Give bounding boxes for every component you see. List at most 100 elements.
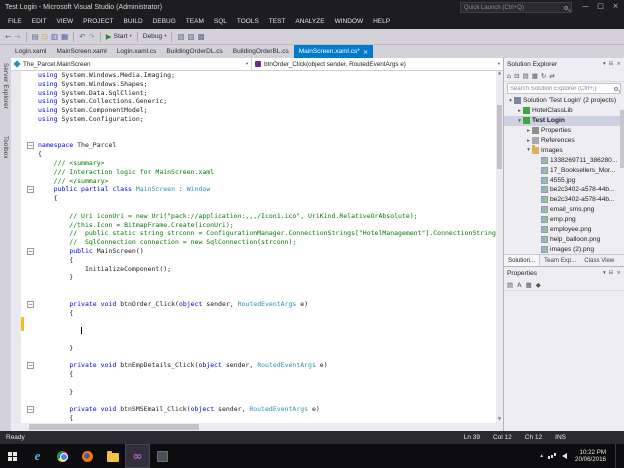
close-tab-icon[interactable]: ×	[363, 48, 368, 56]
tree-item-help-balloon-png[interactable]: help_balloon.png	[504, 234, 624, 244]
tree-item-emp-png[interactable]: emp.png	[504, 215, 624, 225]
menu-item-help[interactable]: HELP	[368, 15, 395, 29]
tree-item-email-sms-png[interactable]: email_sms.png	[504, 205, 624, 215]
menu-item-team[interactable]: TEAM	[181, 15, 209, 29]
start-debug-button[interactable]: ▶ Start ▾	[106, 32, 132, 42]
file-explorer-icon[interactable]	[100, 444, 125, 468]
type-dropdown[interactable]: The_Parcel.MainScreen ▾	[11, 58, 253, 70]
hidden-icons-icon[interactable]: ▴	[540, 453, 543, 459]
menu-item-project[interactable]: PROJECT	[78, 15, 118, 29]
solution-config-dropdown[interactable]: Debug ▾	[143, 33, 167, 40]
chevron-down-icon[interactable]: ▾	[603, 267, 606, 280]
vertical-scrollbar[interactable]: ▲ ▼	[496, 71, 503, 423]
internet-explorer-icon[interactable]	[25, 444, 50, 468]
tree-item-images-2-png[interactable]: images (2).png	[504, 244, 624, 254]
panel-tab-class-view[interactable]: Class View	[580, 255, 618, 266]
menu-item-debug[interactable]: DEBUG	[148, 15, 181, 29]
fold-toggle-icon[interactable]: −	[27, 362, 34, 370]
chevron-right-icon[interactable]: ▸	[525, 128, 532, 134]
tree-item-17-booksellers-mor[interactable]: 17_Booksellers_Mor...	[504, 165, 624, 175]
tool-tab-toolbox[interactable]: Toolbox	[0, 136, 11, 159]
new-file-icon[interactable]: ▤	[32, 32, 39, 42]
show-all-files-icon[interactable]: ▦	[532, 71, 538, 82]
collapse-all-icon[interactable]: ⊟	[514, 71, 519, 82]
member-dropdown[interactable]: btnOrder_Click(object sender, RoutedEven…	[252, 58, 503, 70]
taskbar-clock[interactable]: 10:22 PM 20/06/2016	[575, 449, 606, 464]
breakpoint-margin[interactable]	[11, 71, 21, 423]
open-file-icon[interactable]: ⊡	[42, 32, 48, 42]
fold-toggle-icon[interactable]: −	[27, 406, 34, 414]
doc-tab-login-xaml-cs[interactable]: Login.xaml.cs	[112, 45, 162, 58]
undo-icon[interactable]: ↶	[79, 32, 85, 42]
chevron-down-icon[interactable]: ▾	[603, 58, 606, 71]
tree-item-1338269711-386280[interactable]: 1338269711_386280...	[504, 155, 624, 165]
chevron-down-icon[interactable]: ▾	[507, 98, 514, 104]
comment-icon[interactable]: ▨	[188, 32, 195, 42]
app-icon[interactable]	[150, 444, 175, 468]
nav-forward-icon[interactable]: →	[14, 32, 20, 42]
menu-item-build[interactable]: BUILD	[119, 15, 148, 29]
events-icon[interactable]: ◆	[536, 280, 541, 291]
alphabetical-icon[interactable]: A	[517, 280, 521, 291]
show-desktop-button[interactable]	[615, 444, 620, 468]
menu-item-file[interactable]: FILE	[3, 15, 27, 29]
visual-studio-icon[interactable]	[125, 444, 150, 468]
tree-item-employee-png[interactable]: employee.png	[504, 225, 624, 235]
tree-item-4555-jpg[interactable]: 4555.jpg	[504, 175, 624, 185]
menu-item-edit[interactable]: EDIT	[27, 15, 52, 29]
close-icon[interactable]: ×	[616, 267, 621, 280]
tool-tab-server-explorer[interactable]: Server Explorer	[0, 63, 11, 109]
network-icon[interactable]	[548, 452, 557, 460]
close-button[interactable]: ×	[608, 0, 623, 15]
maximize-button[interactable]: □	[593, 0, 608, 15]
save-all-icon[interactable]: ▦	[61, 32, 68, 42]
tree-item-references[interactable]: ▸ References	[504, 136, 624, 146]
doc-tab-buildingorderdl-cs[interactable]: BuildingOrderDL.cs	[161, 45, 227, 58]
fold-toggle-icon[interactable]: −	[27, 247, 34, 255]
home-icon[interactable]: ⌂	[507, 71, 511, 82]
chevron-down-icon[interactable]: ▾	[525, 147, 532, 153]
panel-tab-team-exp[interactable]: Team Exp...	[540, 255, 580, 266]
categorized-icon[interactable]: ▤	[507, 280, 513, 291]
tree-scrollbar-thumb[interactable]	[620, 110, 624, 168]
menu-item-view[interactable]: VIEW	[52, 15, 79, 29]
tree-item-be2c3402-a578-44b[interactable]: be2c3402-a578-44b...	[504, 185, 624, 195]
doc-tab-login-xaml[interactable]: Login.xaml	[10, 45, 51, 58]
solution-explorer-search-input[interactable]: Search Solution Explorer (Ctrl+;)	[507, 83, 621, 94]
solution-explorer-header[interactable]: Solution Explorer ▾ ⊟ ×	[504, 58, 624, 71]
doc-tab-mainscreen-xaml[interactable]: MainScreen.xaml	[51, 45, 111, 58]
firefox-icon[interactable]	[75, 444, 100, 468]
menu-item-sql[interactable]: SQL	[209, 15, 232, 29]
scroll-up-icon[interactable]: ▲	[496, 71, 503, 77]
fold-toggle-icon[interactable]: −	[27, 142, 34, 150]
tree-item-test-login[interactable]: ▾ Test Login	[504, 115, 624, 126]
code-editor[interactable]: using System.Windows.Media.Imaging; using…	[11, 71, 503, 423]
doc-tab-mainscreen-xaml-cs[interactable]: MainScreen.xaml.cs* ×	[293, 45, 374, 58]
tree-item-hotelclasslib[interactable]: ▸ HotelClassLib	[504, 106, 624, 116]
horizontal-scrollbar[interactable]	[11, 423, 503, 431]
menu-item-analyze[interactable]: ANALYZE	[290, 15, 329, 29]
volume-icon[interactable]	[562, 453, 568, 459]
pin-icon[interactable]: ⊟	[609, 267, 614, 280]
panel-tab-solution[interactable]: Solution...	[504, 255, 541, 266]
nav-back-icon[interactable]: ←	[5, 32, 11, 42]
menu-item-test[interactable]: TEST	[264, 15, 291, 29]
sync-icon[interactable]: ⇄	[549, 71, 554, 82]
start-button[interactable]	[0, 444, 25, 468]
scrollbar-thumb[interactable]	[29, 424, 199, 430]
menu-item-window[interactable]: WINDOW	[330, 15, 369, 29]
chrome-icon[interactable]	[50, 444, 75, 468]
property-pages-icon[interactable]: ▦	[526, 280, 532, 291]
chevron-down-icon[interactable]: ▾	[516, 118, 523, 124]
doc-tab-buildingorderbl-cs[interactable]: BuildingOrderBL.cs	[228, 45, 294, 58]
redo-icon[interactable]: ↷	[88, 32, 94, 42]
tree-item-images[interactable]: ▾ Images	[504, 145, 624, 155]
pin-icon[interactable]: ⊟	[609, 58, 614, 71]
indent-icon[interactable]: ▩	[198, 32, 205, 42]
refresh-icon[interactable]: ↻	[541, 71, 546, 82]
quick-launch-input[interactable]: Quick Launch (Ctrl+Q)	[460, 2, 572, 13]
menu-item-tools[interactable]: TOOLS	[232, 15, 264, 29]
properties-icon[interactable]: ▤	[523, 71, 529, 82]
tree-item-properties[interactable]: ▸ Properties	[504, 126, 624, 136]
chevron-right-icon[interactable]: ▸	[516, 108, 523, 114]
